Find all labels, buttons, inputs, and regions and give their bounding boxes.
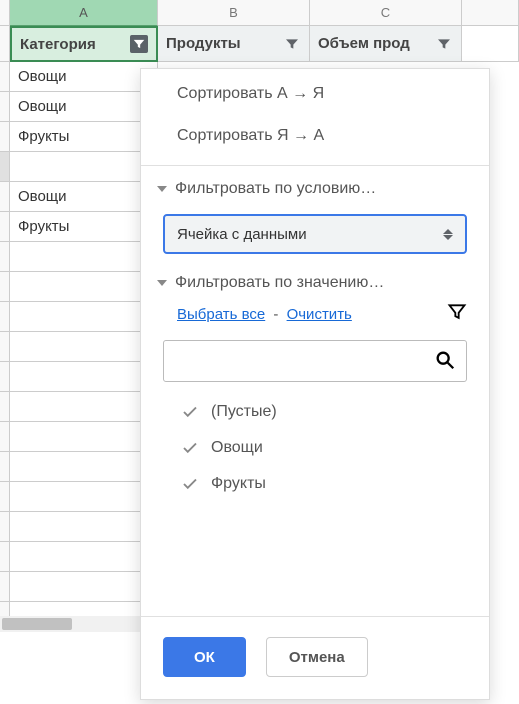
column-header-C[interactable]: C xyxy=(310,0,462,26)
select-all-link[interactable]: Выбрать все xyxy=(177,306,265,323)
row-header[interactable] xyxy=(0,422,10,452)
cell[interactable] xyxy=(10,302,158,332)
filter-icon[interactable] xyxy=(435,35,453,53)
check-icon xyxy=(181,403,199,421)
filter-icon[interactable] xyxy=(283,35,301,53)
row-header[interactable] xyxy=(0,152,10,182)
search-input[interactable] xyxy=(174,352,426,371)
select-updown-icon xyxy=(443,229,453,240)
filter-header-B-label: Продукты xyxy=(166,35,241,52)
cell[interactable]: Фрукты xyxy=(10,212,158,242)
cell[interactable] xyxy=(10,392,158,422)
filter-icon[interactable] xyxy=(130,35,148,53)
cancel-button[interactable]: Отмена xyxy=(266,637,368,677)
filter-header-empty xyxy=(462,26,519,62)
cell[interactable] xyxy=(10,452,158,482)
clear-link[interactable]: Очистить xyxy=(287,306,352,323)
filter-dropdown-panel: Сортировать А → Я Сортировать Я → А Филь… xyxy=(140,68,490,700)
row-header[interactable] xyxy=(0,362,10,392)
row-header[interactable] xyxy=(0,302,10,332)
row-header[interactable] xyxy=(0,452,10,482)
check-icon xyxy=(181,439,199,457)
column-header-D[interactable] xyxy=(462,0,519,26)
filter-header-B[interactable]: Продукты xyxy=(158,26,310,62)
value-item[interactable]: Фрукты xyxy=(181,466,467,502)
cell[interactable]: Фрукты xyxy=(10,122,158,152)
cell[interactable] xyxy=(10,152,158,182)
column-headers-row: A B C xyxy=(0,0,519,26)
filter-by-condition-label: Фильтровать по условию… xyxy=(175,180,376,198)
row-header[interactable] xyxy=(0,122,10,152)
cell[interactable] xyxy=(10,242,158,272)
funnel-icon[interactable] xyxy=(447,302,467,326)
cell[interactable] xyxy=(10,422,158,452)
value-list: (Пустые) Овощи Фрукты xyxy=(141,394,489,502)
cell[interactable] xyxy=(10,482,158,512)
check-icon xyxy=(181,475,199,493)
sort-ascending[interactable]: Сортировать А → Я xyxy=(141,73,489,115)
row-header[interactable] xyxy=(0,542,10,572)
condition-select-value: Ячейка с данными xyxy=(177,226,307,243)
value-item[interactable]: (Пустые) xyxy=(181,394,467,430)
cell[interactable] xyxy=(10,572,158,602)
filter-header-C[interactable]: Объем прод xyxy=(310,26,462,62)
value-item-label: Фрукты xyxy=(211,475,266,493)
filter-header-row: Категория Продукты Объем прод xyxy=(0,26,519,62)
chevron-down-icon xyxy=(157,280,167,286)
row-header[interactable] xyxy=(0,182,10,212)
condition-select[interactable]: Ячейка с данными xyxy=(163,214,467,254)
filter-by-value-label: Фильтровать по значению… xyxy=(175,274,384,292)
column-header-A[interactable]: A xyxy=(10,0,158,26)
cell[interactable] xyxy=(10,512,158,542)
filter-by-value-header[interactable]: Фильтровать по значению… xyxy=(141,268,489,298)
filter-header-A[interactable]: Категория xyxy=(10,26,158,62)
row-header[interactable] xyxy=(0,482,10,512)
column-header-B[interactable]: B xyxy=(158,0,310,26)
horizontal-scrollbar[interactable] xyxy=(0,616,158,632)
row-header[interactable] xyxy=(0,212,10,242)
filter-by-condition-header[interactable]: Фильтровать по условию… xyxy=(141,174,489,204)
ok-button[interactable]: ОК xyxy=(163,637,246,677)
value-item-label: (Пустые) xyxy=(211,403,277,421)
row-header[interactable] xyxy=(0,92,10,122)
corner-cell[interactable] xyxy=(0,0,10,26)
cell[interactable] xyxy=(10,362,158,392)
filter-header-A-label: Категория xyxy=(20,36,96,53)
row-header[interactable] xyxy=(0,272,10,302)
filter-header-C-label: Объем прод xyxy=(318,35,410,52)
divider xyxy=(141,165,489,166)
scrollbar-thumb[interactable] xyxy=(2,618,72,630)
row-header[interactable] xyxy=(0,332,10,362)
select-clear-row: Выбрать все - Очистить xyxy=(141,298,489,336)
row-header[interactable] xyxy=(0,512,10,542)
cell[interactable] xyxy=(10,272,158,302)
search-box[interactable] xyxy=(163,340,467,382)
row-header[interactable] xyxy=(0,62,10,92)
cell[interactable]: Овощи xyxy=(10,92,158,122)
search-icon[interactable] xyxy=(434,349,456,374)
value-item[interactable]: Овощи xyxy=(181,430,467,466)
sort-descending[interactable]: Сортировать Я → А xyxy=(141,115,489,157)
panel-footer: ОК Отмена xyxy=(141,616,489,699)
cell[interactable] xyxy=(10,542,158,572)
row-header[interactable] xyxy=(0,392,10,422)
row-header[interactable] xyxy=(0,572,10,602)
chevron-down-icon xyxy=(157,186,167,192)
row-corner xyxy=(0,26,10,62)
cell[interactable]: Овощи xyxy=(10,62,158,92)
dash: - xyxy=(269,306,282,323)
value-item-label: Овощи xyxy=(211,439,263,457)
row-header[interactable] xyxy=(0,242,10,272)
cell[interactable] xyxy=(10,332,158,362)
cell[interactable]: Овощи xyxy=(10,182,158,212)
